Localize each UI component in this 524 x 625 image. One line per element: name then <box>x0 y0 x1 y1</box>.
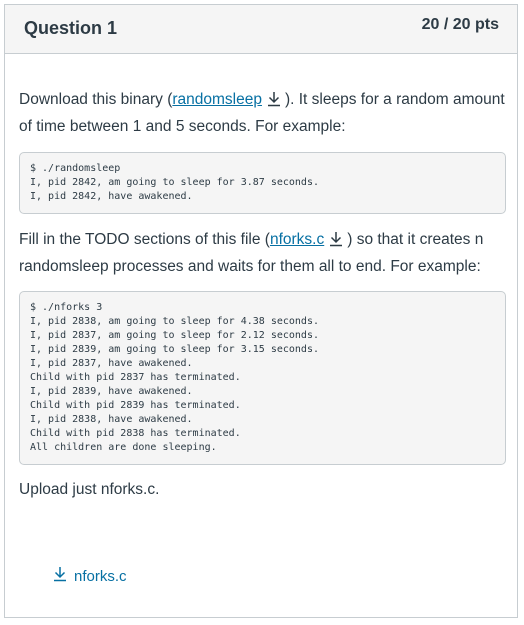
download-icon <box>52 566 74 586</box>
submitted-file-link[interactable]: nforks.c <box>52 566 127 586</box>
question-title: Question 1 <box>24 18 118 38</box>
randomsleep-link[interactable]: randomsleep <box>172 91 262 108</box>
question-header: Question 1 20 / 20 pts <box>5 5 517 54</box>
download-icon[interactable] <box>266 91 282 115</box>
example-output-randomsleep: $ ./randomsleep I, pid 2842, am going to… <box>19 152 506 214</box>
p2-text-before: Fill in the TODO sections of this file ( <box>19 231 270 248</box>
p1-text-before: Download this binary ( <box>19 91 173 108</box>
download-icon[interactable] <box>328 231 344 255</box>
submitted-file-name[interactable]: nforks.c <box>74 568 127 585</box>
nforks-link[interactable]: nforks.c <box>270 231 324 248</box>
instructions-paragraph-1: Download this binary (randomsleep). It s… <box>19 88 506 139</box>
example-output-nforks: $ ./nforks 3 I, pid 2838, am going to sl… <box>19 291 506 465</box>
question-points: 20 / 20 pts <box>421 16 499 33</box>
instructions-paragraph-2: Fill in the TODO sections of this file (… <box>19 228 506 279</box>
question-body: Download this binary (randomsleep). It s… <box>19 88 506 502</box>
upload-instruction: Upload just nforks.c. <box>19 481 160 498</box>
